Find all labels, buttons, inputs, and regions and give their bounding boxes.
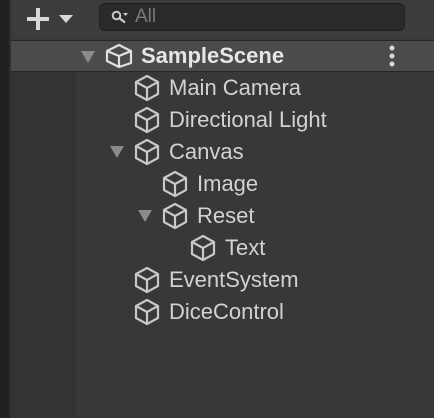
add-object-button[interactable] — [25, 6, 87, 32]
tree-item-label-row: DiceControl — [169, 296, 284, 328]
scene-name-row: SampleScene — [141, 40, 284, 72]
tree-item-eventsystem[interactable]: EventSystem — [0, 264, 434, 296]
tree-item-image[interactable]: Image — [0, 168, 434, 200]
gameobject-cube-icon — [134, 138, 160, 166]
tree-item-label-row: Directional Light — [169, 104, 327, 136]
gameobject-cube-icon — [162, 202, 188, 230]
kebab-menu-icon[interactable] — [388, 45, 396, 67]
tree-item-label-row: Image — [197, 168, 258, 200]
tree-item-canvas[interactable]: Canvas — [0, 136, 434, 168]
tree-item-dicecontrol[interactable]: DiceControl — [0, 296, 434, 328]
fold-arrow-icon[interactable] — [138, 209, 152, 223]
search-input[interactable] — [135, 6, 395, 28]
hierarchy-toolbar — [11, 0, 434, 39]
tree-item-label: DiceControl — [169, 299, 284, 324]
gameobject-cube-icon — [134, 106, 160, 134]
tree-item-label-row: Canvas — [169, 136, 244, 168]
tree-item-reset[interactable]: Reset — [0, 200, 434, 232]
caret-down-icon — [59, 15, 73, 23]
tree-item-label: Directional Light — [169, 107, 327, 132]
tree-item-label: Text — [225, 235, 266, 260]
search-icon — [111, 10, 128, 24]
tree-item-label: EventSystem — [169, 267, 299, 292]
tree-item-label: Reset — [197, 203, 255, 228]
tree-item-directional-light[interactable]: Directional Light — [0, 104, 434, 136]
tree-item-main-camera[interactable]: Main Camera — [0, 72, 434, 104]
gameobject-cube-icon — [134, 298, 160, 326]
fold-arrow-icon[interactable] — [81, 50, 95, 64]
tree-item-label-row: Reset — [197, 200, 254, 232]
hierarchy-window: SampleScene Main Camera — [0, 0, 434, 418]
tree-item-label-row: Text — [225, 232, 265, 264]
plus-icon — [27, 8, 49, 30]
tree-item-label: Canvas — [169, 139, 244, 164]
search-field[interactable] — [99, 3, 405, 31]
gameobject-cube-icon — [190, 234, 216, 262]
gameobject-cube-icon — [134, 74, 160, 102]
gameobject-cube-icon — [162, 170, 188, 198]
tree-item-label: Image — [197, 171, 259, 196]
tree-item-label-row: Main Camera — [169, 72, 301, 104]
tree-item-text[interactable]: Text — [0, 232, 434, 264]
tree-item-label-row: EventSystem — [169, 264, 299, 296]
tree-item-label: Main Camera — [169, 75, 302, 100]
scene-row[interactable]: SampleScene — [11, 40, 434, 72]
unity-logo-icon — [105, 43, 133, 69]
fold-arrow-icon[interactable] — [110, 145, 124, 159]
scene-name: SampleScene — [141, 43, 285, 68]
gameobject-cube-icon — [134, 266, 160, 294]
